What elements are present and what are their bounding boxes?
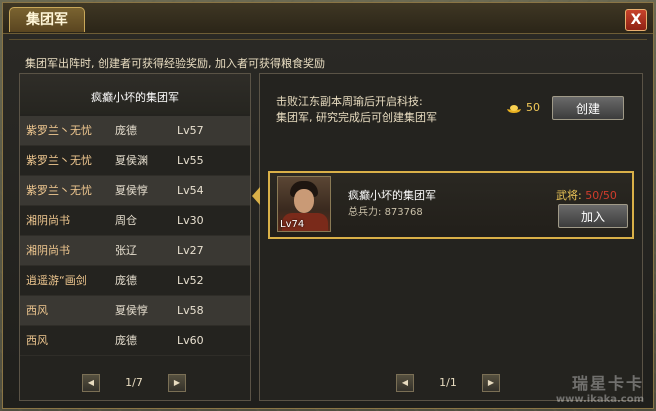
- member-name: 湘阴尚书: [26, 214, 70, 227]
- create-button[interactable]: 创建: [552, 96, 624, 120]
- total-troops: 总兵力: 873768: [348, 203, 423, 218]
- member-general: 庞德: [115, 274, 137, 287]
- member-general: 张辽: [115, 244, 137, 257]
- troops-label: 总兵力:: [348, 207, 382, 218]
- member-name: 西风: [26, 334, 48, 347]
- unlock-tip: 击败江东副本周瑜后开启科技: 集团军, 研究完成后可创建集团军: [276, 94, 437, 126]
- member-level: Lv58: [177, 304, 204, 317]
- title-tab: 集团军: [9, 7, 85, 32]
- member-name: 逍遥游“画剑: [26, 274, 87, 287]
- member-level: Lv57: [177, 124, 204, 137]
- legion-detail-panel: 击败江东副本周瑜后开启科技: 集团军, 研究完成后可创建集团军 50 创建 Lv…: [252, 73, 643, 401]
- member-name: 紫罗兰丶无忧: [26, 154, 92, 167]
- right-pager: ◀ 1/1 ▶: [396, 374, 500, 392]
- watermark: 瑞星卡卡 www.ikaka.com: [556, 370, 644, 405]
- next-page-button[interactable]: ▶: [482, 374, 500, 392]
- member-general: 庞德: [115, 124, 137, 137]
- member-row[interactable]: 西风 夏侯惇 Lv58: [20, 296, 250, 326]
- left-pager: ◀ 1/7 ▶: [82, 374, 186, 392]
- member-level: Lv30: [177, 214, 204, 227]
- member-level: Lv55: [177, 154, 204, 167]
- prev-page-button[interactable]: ◀: [396, 374, 414, 392]
- join-button[interactable]: 加入: [558, 204, 628, 228]
- member-level: Lv60: [177, 334, 204, 347]
- legion-list-header: 疯癫小坏的集团军: [20, 74, 250, 114]
- legion-card[interactable]: Lv74 疯癫小坏的集团军 总兵力: 873768 武将: 50/50 加入: [268, 171, 634, 239]
- member-list: 紫罗兰丶无忧 庞德 Lv57 紫罗兰丶无忧 夏侯渊 Lv55 紫罗兰丶无忧 夏侯…: [20, 116, 250, 356]
- next-page-button[interactable]: ▶: [168, 374, 186, 392]
- member-row[interactable]: 逍遥游“画剑 庞德 Lv52: [20, 266, 250, 296]
- member-general: 夏侯惇: [115, 304, 148, 317]
- member-level: Lv52: [177, 274, 204, 287]
- close-button[interactable]: X: [625, 9, 647, 31]
- prev-page-button[interactable]: ◀: [82, 374, 100, 392]
- page-indicator: 1/1: [439, 376, 457, 389]
- watermark-url: www.ikaka.com: [555, 394, 644, 405]
- member-name: 紫罗兰丶无忧: [26, 124, 92, 137]
- notice-text: 集团军出阵时, 创建者可获得经验奖励, 加入者可获得粮食奖励: [25, 57, 325, 70]
- member-row[interactable]: 湘阴尚书 周仓 Lv30: [20, 206, 250, 236]
- member-general: 夏侯惇: [115, 184, 148, 197]
- gold-ingot-icon: [507, 105, 521, 113]
- member-row[interactable]: 紫罗兰丶无忧 夏侯渊 Lv55: [20, 146, 250, 176]
- general-count: 武将: 50/50: [556, 187, 617, 203]
- member-row[interactable]: 西风 庞德 Lv60: [20, 326, 250, 356]
- watermark-title: 瑞星卡卡: [571, 374, 644, 393]
- member-row[interactable]: 湘阴尚书 张辽 Lv27: [20, 236, 250, 266]
- member-general: 夏侯渊: [115, 154, 148, 167]
- legion-list-panel: 疯癫小坏的集团军 紫罗兰丶无忧 庞德 Lv57 紫罗兰丶无忧 夏侯渊 Lv55 …: [19, 73, 251, 401]
- member-general: 庞德: [115, 334, 137, 347]
- unlock-tip-line2: 集团军, 研究完成后可创建集团军: [276, 111, 437, 124]
- general-count-value: 50/50: [585, 189, 617, 202]
- member-name: 紫罗兰丶无忧: [26, 184, 92, 197]
- troops-value: 873768: [384, 207, 423, 218]
- leader-portrait: Lv74: [277, 176, 331, 232]
- member-name: 湘阴尚书: [26, 244, 70, 257]
- member-row[interactable]: 紫罗兰丶无忧 庞德 Lv57: [20, 116, 250, 146]
- member-row[interactable]: 紫罗兰丶无忧 夏侯惇 Lv54: [20, 176, 250, 206]
- leader-level: Lv74: [280, 219, 305, 230]
- card-pointer: [252, 187, 260, 205]
- divider: [9, 39, 647, 40]
- member-level: Lv54: [177, 184, 204, 197]
- legion-dialog: 集团军 X 集团军出阵时, 创建者可获得经验奖励, 加入者可获得粮食奖励 疯癫小…: [2, 2, 654, 409]
- create-cost: 50: [526, 101, 540, 114]
- member-name: 西风: [26, 304, 48, 317]
- member-general: 周仓: [115, 214, 137, 227]
- legion-name: 疯癫小坏的集团军: [348, 189, 436, 202]
- general-count-label: 武将:: [556, 189, 582, 202]
- page-indicator: 1/7: [125, 376, 143, 389]
- unlock-tip-line1: 击败江东副本周瑜后开启科技:: [276, 95, 423, 108]
- member-level: Lv27: [177, 244, 204, 257]
- title-bar: 集团军 X: [3, 3, 653, 34]
